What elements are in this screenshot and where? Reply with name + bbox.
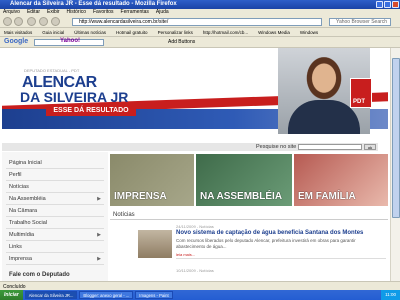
sidebar-item-label: Perfil	[9, 172, 22, 178]
google-toolbar: Google Yahoo! Add Buttons	[0, 37, 400, 48]
menu-item-ferramentas[interactable]: Ferramentas	[121, 9, 149, 16]
site-search-label: Pesquise no site	[256, 144, 297, 150]
news-divider	[176, 258, 386, 259]
bookmark-item[interactable]: Hotmail gratuito	[116, 28, 148, 36]
url-input[interactable]: http://www.alencardasilveira.com.br/site…	[72, 18, 322, 26]
navigation-toolbar: http://www.alencardasilveira.com.br/site…	[0, 16, 400, 28]
taskbar-item-paint[interactable]: Imagens - Paint	[135, 291, 173, 299]
page-scrollbar[interactable]	[390, 48, 400, 290]
site-search-bar: Pesquise no site ok	[2, 143, 378, 151]
news-date: 24/11/2009 - Notícias	[176, 224, 214, 229]
party-logo: PDT	[350, 78, 372, 108]
sidebar-item-label: Multimídia	[9, 232, 35, 238]
menu-item-historico[interactable]: Histórico	[67, 9, 86, 16]
window-controls	[376, 1, 399, 8]
sidebar-item-na-camara[interactable]: Na Câmara	[6, 206, 104, 217]
banner-tagline: DEPUTADO ESTADUAL - PDT	[24, 68, 80, 73]
sidebar-item-links[interactable]: Links	[6, 242, 104, 253]
web-page: DEPUTADO ESTADUAL - PDT ALENCAR DA SILVE…	[0, 48, 390, 290]
bookmarks-bar: Mais visitados Guia inicial Últimas notí…	[0, 28, 400, 37]
bookmark-item[interactable]: Personalizar links	[158, 28, 193, 36]
taskbar-item-firefox[interactable]: Alencar da Silveira JR...	[24, 291, 78, 299]
search-input[interactable]: Yahoo Browser Search	[329, 18, 391, 26]
start-button[interactable]: Iniciar	[0, 290, 23, 300]
reload-icon[interactable]	[27, 17, 36, 26]
back-icon[interactable]	[3, 17, 12, 26]
system-clock: 11:00	[381, 290, 400, 300]
scrollbar-thumb[interactable]	[392, 58, 400, 218]
sidebar-item-multimidia[interactable]: Multimídia ▶	[6, 230, 104, 241]
news-date: 10/11/2009 - Notícias	[176, 268, 214, 273]
forward-icon[interactable]	[14, 17, 23, 26]
menu-item-arquivo[interactable]: Arquivo	[3, 9, 20, 16]
news-read-more-link[interactable]: leia mais...	[176, 252, 195, 257]
site-search-button[interactable]: ok	[364, 144, 376, 150]
sidebar-item-label: Página Inicial	[9, 160, 42, 166]
sidebar-item-label: Links	[9, 244, 22, 250]
menu-item-exibir[interactable]: Exibir	[47, 9, 60, 16]
taskbar-item-blogger[interactable]: Blogger: anexo geral - ...	[79, 291, 134, 299]
bookmark-item[interactable]: Guia inicial	[42, 28, 64, 36]
tile-em-familia[interactable]: EM FAMÍLIA	[294, 154, 388, 206]
news-summary: Com recursos liberados pelo deputado Ale…	[176, 238, 356, 249]
sidebar-item-label: Imprensa	[9, 256, 32, 262]
sidebar-item-label: Notícias	[9, 184, 29, 190]
sidebar-item-label: Na Assembléia	[9, 196, 46, 202]
close-button[interactable]	[392, 1, 399, 8]
sidebar-item-label: Trabalho Social	[9, 220, 48, 226]
sidebar-item-imprensa[interactable]: Imprensa ▶	[6, 254, 104, 265]
menu-item-editar[interactable]: Editar	[27, 9, 40, 16]
bookmark-item[interactable]: Windows	[300, 28, 318, 36]
site-banner: DEPUTADO ESTADUAL - PDT ALENCAR DA SILVE…	[2, 48, 388, 144]
site-search-input[interactable]	[298, 144, 362, 150]
menu-item-ajuda[interactable]: Ajuda	[156, 9, 169, 16]
sidebar-item-pagina-inicial[interactable]: Página Inicial	[6, 158, 104, 169]
status-bar: Concluído	[0, 281, 400, 290]
news-section: Notícias 24/11/2009 - Notícias Novo sist…	[110, 210, 388, 290]
tile-na-assembleia[interactable]: NA ASSEMBLÉIA	[196, 154, 292, 206]
bookmark-item[interactable]: Windows Media	[258, 28, 290, 36]
arrow-right-icon: ▶	[97, 256, 101, 262]
bookmark-item[interactable]: http://hotmail.com/cb...	[203, 28, 248, 36]
sidebar-menu: Página Inicial Perfil Notícias Na Assemb…	[2, 152, 108, 290]
arrow-right-icon: ▶	[97, 232, 101, 238]
feature-tiles: IMPRENSA NA ASSEMBLÉIA EM FAMÍLIA	[110, 154, 388, 206]
sidebar-item-label: Na Câmara	[9, 208, 38, 214]
news-section-title: Notícias	[110, 210, 388, 220]
windows-taskbar: Iniciar Alencar da Silveira JR... Blogge…	[0, 290, 400, 300]
news-photo[interactable]	[138, 230, 172, 258]
window-titlebar: Alencar da Silveira JR - Esse dá resulta…	[0, 0, 400, 9]
menu-bar: Arquivo Editar Exibir Histórico Favorito…	[0, 9, 400, 16]
tile-imprensa[interactable]: IMPRENSA	[110, 154, 194, 206]
sidebar-item-na-assembleia[interactable]: Na Assembléia ▶	[6, 194, 104, 205]
google-label: Google	[4, 38, 29, 45]
menu-item-favoritos[interactable]: Favoritos	[93, 9, 114, 16]
banner-slogan: ESSE DÁ RESULTADO	[46, 106, 136, 116]
add-buttons-button[interactable]: Add Buttons	[168, 39, 195, 45]
stop-icon[interactable]	[39, 17, 48, 26]
sidebar-item-noticias[interactable]: Notícias	[6, 182, 104, 193]
tile-label: NA ASSEMBLÉIA	[200, 191, 283, 202]
banner-name-line2: DA SILVEIRA JR	[20, 89, 129, 105]
minimize-button[interactable]	[376, 1, 383, 8]
sidebar-item-trabalho-social[interactable]: Trabalho Social	[6, 218, 104, 229]
window-title: Alencar da Silveira JR - Esse dá resulta…	[10, 1, 177, 7]
tile-label: EM FAMÍLIA	[298, 191, 356, 202]
bookmark-item[interactable]: Mais visitados	[4, 28, 32, 36]
home-icon[interactable]	[51, 17, 60, 26]
maximize-button[interactable]	[384, 1, 391, 8]
tile-label: IMPRENSA	[114, 191, 167, 202]
yahoo-label[interactable]: Yahoo!	[60, 38, 80, 44]
news-headline[interactable]: Novo sistema de captação de água benefic…	[176, 230, 363, 236]
sidebar-item-perfil[interactable]: Perfil	[6, 170, 104, 181]
arrow-right-icon: ▶	[97, 196, 101, 202]
bookmark-item[interactable]: Últimas notícias	[74, 28, 106, 36]
sidebar-contact-link[interactable]: Fale com o Deputado	[6, 270, 104, 281]
party-logo-text: PDT	[353, 99, 365, 105]
